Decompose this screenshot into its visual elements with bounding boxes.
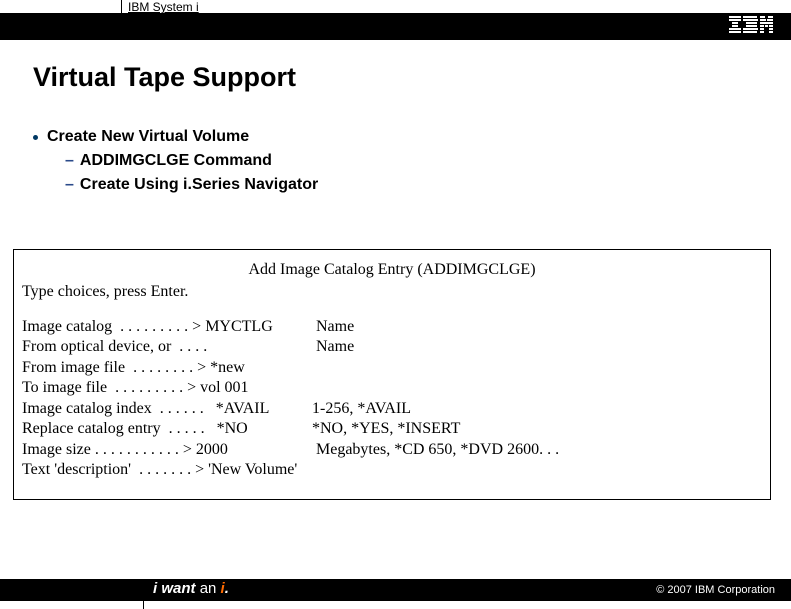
header-tick	[121, 0, 122, 13]
row-label: Image catalog index . . . . . . *AVAIL	[22, 399, 312, 419]
row-label: From optical device, or . . . .	[22, 337, 312, 357]
row-label: Text 'description' . . . . . . . > 'New …	[22, 460, 312, 480]
screen-row: Text 'description' . . . . . . . > 'New …	[22, 460, 762, 480]
tag-d: .	[225, 580, 229, 597]
row-label: Image catalog . . . . . . . . . > MYCTLG	[22, 317, 312, 337]
screen-row: Replace catalog entry . . . . . *NO*NO, …	[22, 419, 762, 439]
bullet-main: Create New Virtual Volume	[33, 128, 791, 146]
row-label: From image file . . . . . . . . > *new	[22, 358, 312, 378]
command-screen: Add Image Catalog Entry (ADDIMGCLGE) Typ…	[13, 249, 771, 500]
dash-icon: –	[65, 152, 74, 169]
bullet-block: Create New Virtual Volume –ADDIMGCLGE Co…	[33, 128, 791, 194]
tagline: i want an i.	[153, 580, 229, 597]
screen-row: Image catalog . . . . . . . . . > MYCTLG…	[22, 317, 762, 337]
screen-prompt: Type choices, press Enter.	[22, 282, 762, 302]
tag-b: an	[200, 580, 217, 597]
footer-tick	[143, 601, 144, 609]
bullet-sub-2-text: Create Using i.Series Navigator	[80, 176, 318, 193]
row-label: To image file . . . . . . . . . > vol 00…	[22, 378, 312, 398]
footer-bar: i want an i. © 2007 IBM Corporation	[0, 579, 791, 609]
row-hint: Name	[312, 337, 354, 357]
screen-title: Add Image Catalog Entry (ADDIMGCLGE)	[22, 260, 762, 280]
screen-row: Image catalog index . . . . . . *AVAIL1-…	[22, 399, 762, 419]
slide-title: Virtual Tape Support	[33, 62, 791, 93]
row-hint: *NO, *YES, *INSERT	[312, 419, 460, 439]
dash-icon: –	[65, 176, 74, 193]
row-label: Image size . . . . . . . . . . . > 2000	[22, 440, 312, 460]
screen-row: From image file . . . . . . . . > *new	[22, 358, 762, 378]
screen-rows: Image catalog . . . . . . . . . > MYCTLG…	[22, 317, 762, 481]
bullet-sub-1: –ADDIMGCLGE Command	[65, 152, 791, 170]
copyright: © 2007 IBM Corporation	[656, 584, 775, 596]
row-hint: Megabytes, *CD 650, *DVD 2600. . .	[312, 440, 559, 460]
row-hint: 1-256, *AVAIL	[312, 399, 411, 419]
header-bar: IBM System i	[0, 0, 791, 40]
tag-a: i want	[153, 580, 196, 597]
row-hint: Name	[312, 317, 354, 337]
screen-row: From optical device, or . . . . Name	[22, 337, 762, 357]
bullet-sub-1-text: ADDIMGCLGE Command	[80, 152, 272, 169]
screen-row: To image file . . . . . . . . . > vol 00…	[22, 378, 762, 398]
product-label: IBM System i	[128, 0, 199, 14]
ibm-logo-icon	[729, 16, 773, 34]
screen-row: Image size . . . . . . . . . . . > 2000 …	[22, 440, 762, 460]
bullet-sub-2: –Create Using i.Series Navigator	[65, 176, 791, 194]
row-label: Replace catalog entry . . . . . *NO	[22, 419, 312, 439]
